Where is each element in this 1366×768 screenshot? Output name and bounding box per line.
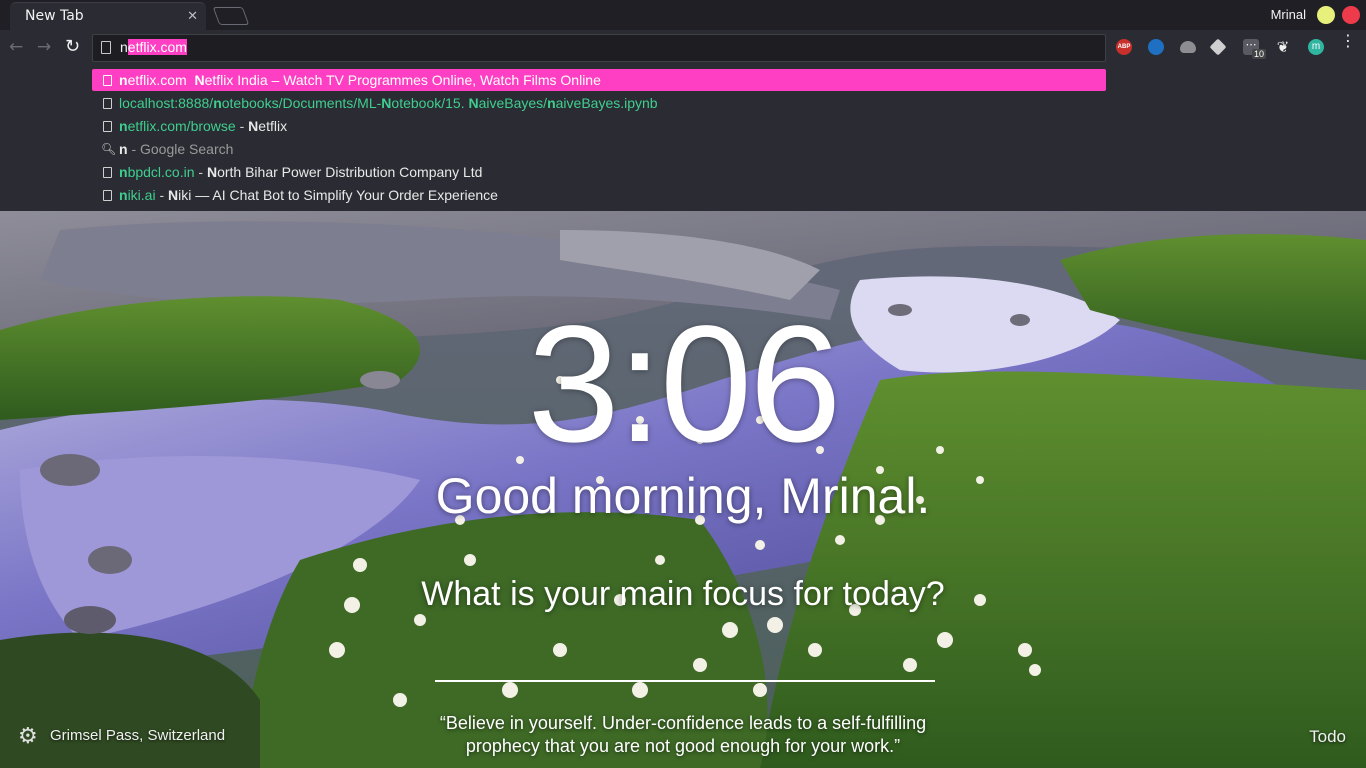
extension-cloud-icon[interactable] — [1180, 41, 1196, 53]
extension-badge-count: 10 — [1252, 49, 1267, 59]
suggestion-item[interactable]: nbpdcl.co.in - North Bihar Power Distrib… — [92, 161, 1106, 183]
profile-name[interactable]: Mrinal — [1271, 7, 1306, 22]
suggestion-title-match: N — [168, 187, 179, 203]
suggestion-url-match: n — [119, 187, 128, 203]
page-icon — [103, 75, 112, 86]
tab-strip: New Tab ✕ Mrinal — [0, 0, 1366, 31]
extension-layers-icon[interactable] — [1209, 38, 1227, 56]
address-bar[interactable]: netflix.com — [92, 34, 1106, 62]
suggestion-title: orth Bihar Power Distribution Company Lt… — [217, 164, 483, 180]
suggestion-item[interactable]: localhost:8888/notebooks/Documents/ML-No… — [92, 92, 1106, 114]
suggestion-separator: - — [194, 164, 207, 180]
clock-time: 3:06 — [527, 292, 841, 477]
settings-gear-icon[interactable]: ⚙ — [18, 724, 38, 749]
photo-location[interactable]: Grimsel Pass, Switzerland — [50, 727, 225, 744]
quote-line: “Believe in yourself. Under-confidence l… — [439, 713, 927, 733]
forward-arrow-icon[interactable]: → — [37, 37, 51, 57]
browser-menu-icon[interactable]: ⋮ — [1340, 33, 1356, 49]
suggestion-url-match: n — [119, 164, 128, 180]
page-icon — [103, 190, 112, 201]
suggestion-title-match: N — [194, 72, 205, 88]
page-icon — [103, 167, 112, 178]
page-icon — [101, 41, 111, 54]
reload-icon[interactable]: ↻ — [65, 36, 80, 57]
suggestion-title: etflix — [258, 118, 288, 134]
suggestion-hint: - Google Search — [127, 141, 234, 157]
suggestion-url-match: n — [119, 72, 128, 88]
suggestion-url-match: n — [119, 118, 128, 134]
autocomplete-selection: etflix.com — [127, 39, 187, 55]
window-close-button[interactable] — [1342, 6, 1360, 24]
todo-button[interactable]: Todo — [1309, 727, 1346, 747]
suggestion-query: n — [119, 141, 128, 157]
greeting-text: Good morning, Mrinal. — [435, 468, 931, 524]
back-arrow-icon[interactable]: ← — [9, 37, 23, 57]
extension-tools-icon[interactable] — [1148, 39, 1164, 55]
page-icon — [103, 98, 112, 109]
quote-line: prophecy that you are not good enough fo… — [465, 736, 901, 756]
window-minimize-button[interactable] — [1317, 6, 1335, 24]
suggestion-title-match: N — [206, 164, 218, 180]
tab-close-icon[interactable]: ✕ — [187, 9, 198, 24]
suggestion-url: bpdcl.co.in — [127, 164, 195, 180]
suggestion-title-match: N — [248, 118, 259, 134]
suggestion-separator: - — [235, 118, 249, 134]
omnibox-suggestions: netflix.com Netflix India – Watch TV Pro… — [0, 65, 1366, 211]
suggestion-item[interactable]: niki.ai - Niki — AI Chat Bot to Simplify… — [92, 184, 1106, 206]
suggestion-url: etflix.com/browse — [127, 118, 236, 134]
suggestion-separator: - — [155, 187, 169, 203]
address-bar-text[interactable]: netflix.com — [120, 39, 187, 55]
adblock-plus-icon[interactable]: ABP — [1116, 39, 1132, 55]
new-tab-button[interactable] — [212, 7, 250, 25]
suggestion-url: iki.ai — [127, 187, 156, 203]
extension-fox-icon[interactable]: ❦ — [1275, 39, 1291, 55]
search-icon: 🔍︎ — [101, 142, 117, 156]
page-icon — [103, 121, 112, 132]
suggestion-title: etflix India – Watch TV Programmes Onlin… — [204, 72, 601, 88]
typed-text: n — [120, 39, 128, 55]
tab-new-tab[interactable]: New Tab ✕ — [10, 2, 206, 31]
suggestion-url: etflix.com — [127, 72, 187, 88]
suggestion-item[interactable]: 🔍︎ n - Google Search — [92, 138, 1106, 160]
browser-toolbar: ← → ↻ netflix.com ABP ⋯ 10 ❦ m ⋮ — [0, 30, 1366, 65]
focus-question: What is your main focus for today? — [421, 575, 945, 613]
suggestion-url: localhost:8888/notebooks/Documents/ML-No… — [119, 95, 658, 111]
daily-quote: “Believe in yourself. Under-confidence l… — [383, 712, 983, 758]
suggestion-item[interactable]: netflix.com/browse - Netflix — [92, 115, 1106, 137]
focus-input[interactable] — [435, 640, 935, 682]
suggestion-title: iki — AI Chat Bot to Simplify Your Order… — [178, 187, 498, 203]
tab-title: New Tab — [25, 8, 84, 24]
extension-m-icon[interactable]: m — [1308, 39, 1324, 55]
suggestion-item[interactable]: netflix.com Netflix India – Watch TV Pro… — [92, 69, 1106, 91]
